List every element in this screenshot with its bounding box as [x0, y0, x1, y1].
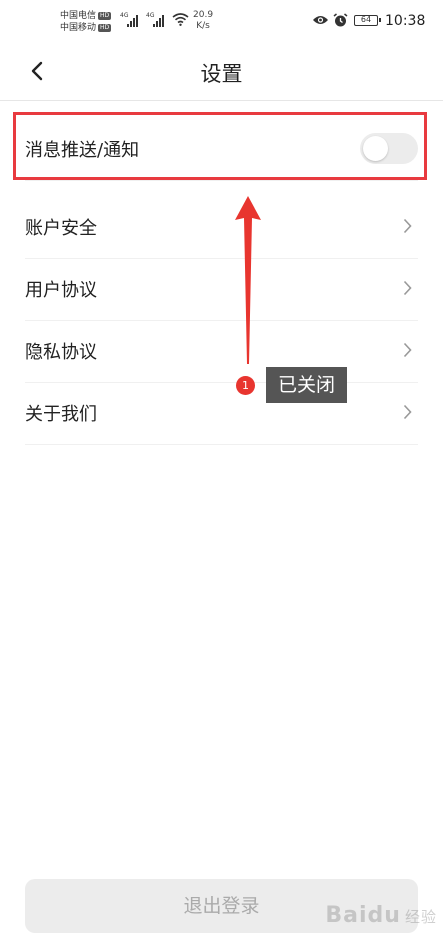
wifi-icon — [172, 13, 189, 26]
step-badge: 1 — [236, 376, 255, 395]
eye-icon — [313, 16, 328, 24]
network-speed: 20.9 K/s — [193, 10, 214, 31]
alarm-icon — [333, 13, 348, 27]
chevron-right-icon — [403, 404, 412, 420]
status-bar: 中国电信 HD 中国移动 HD 4G 4G 20.9 K/s 64 10:38 — [60, 10, 426, 34]
settings-item-about-us[interactable]: 关于我们 — [25, 382, 418, 445]
settings-item-user-agreement[interactable]: 用户协议 — [25, 258, 418, 321]
settings-item-privacy-policy[interactable]: 隐私协议 — [25, 320, 418, 383]
settings-item-label: 关于我们 — [25, 404, 97, 425]
settings-item-account-security[interactable]: 账户安全 — [25, 196, 418, 259]
battery-indicator: 64 — [354, 15, 381, 26]
settings-item-label: 隐私协议 — [25, 342, 97, 363]
chevron-right-icon — [403, 218, 412, 234]
carrier-1: 中国电信 — [60, 11, 97, 21]
settings-item-label: 账户安全 — [25, 218, 97, 239]
annotation-arrow-icon — [235, 196, 261, 364]
chevron-right-icon — [403, 342, 412, 358]
carrier-info: 中国电信 HD 中国移动 HD — [60, 10, 112, 34]
annotation-tooltip: 已关闭 — [266, 367, 348, 403]
chevron-right-icon — [403, 280, 412, 296]
settings-item-label: 用户协议 — [25, 280, 97, 301]
baidu-watermark: Baidu 经验 — [325, 903, 437, 928]
app-header: 设置 — [0, 44, 443, 101]
carrier-2: 中国移动 — [60, 23, 97, 33]
clock: 10:38 — [385, 13, 426, 29]
hd-badge: HD — [98, 12, 112, 20]
page-title: 设置 — [200, 62, 243, 86]
hd-badge: HD — [98, 24, 112, 32]
highlight-box — [13, 112, 427, 180]
